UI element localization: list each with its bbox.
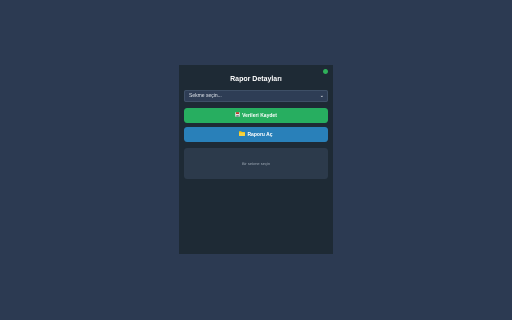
folder-icon — [239, 131, 246, 138]
save-data-label: Verileri Kaydet — [242, 112, 277, 119]
save-data-button[interactable]: Verileri Kaydet — [184, 108, 328, 123]
chevron-down-icon: ⌄ — [319, 93, 324, 99]
open-report-button[interactable]: Raporu Aç — [184, 127, 328, 142]
tab-select[interactable]: Sekme seçin... ⌄ — [184, 90, 328, 102]
status-indicator — [323, 69, 328, 74]
panel-title: Rapor Detayları — [230, 76, 282, 83]
empty-state-message: Bir sekme seçin — [241, 161, 271, 166]
tab-select-value: Sekme seçin... — [189, 93, 222, 99]
save-icon — [235, 112, 240, 119]
result-area: Bir sekme seçin — [184, 148, 328, 179]
report-panel: Rapor Detayları Sekme seçin... ⌄ Veriler… — [179, 65, 333, 254]
open-report-label: Raporu Aç — [247, 131, 273, 138]
